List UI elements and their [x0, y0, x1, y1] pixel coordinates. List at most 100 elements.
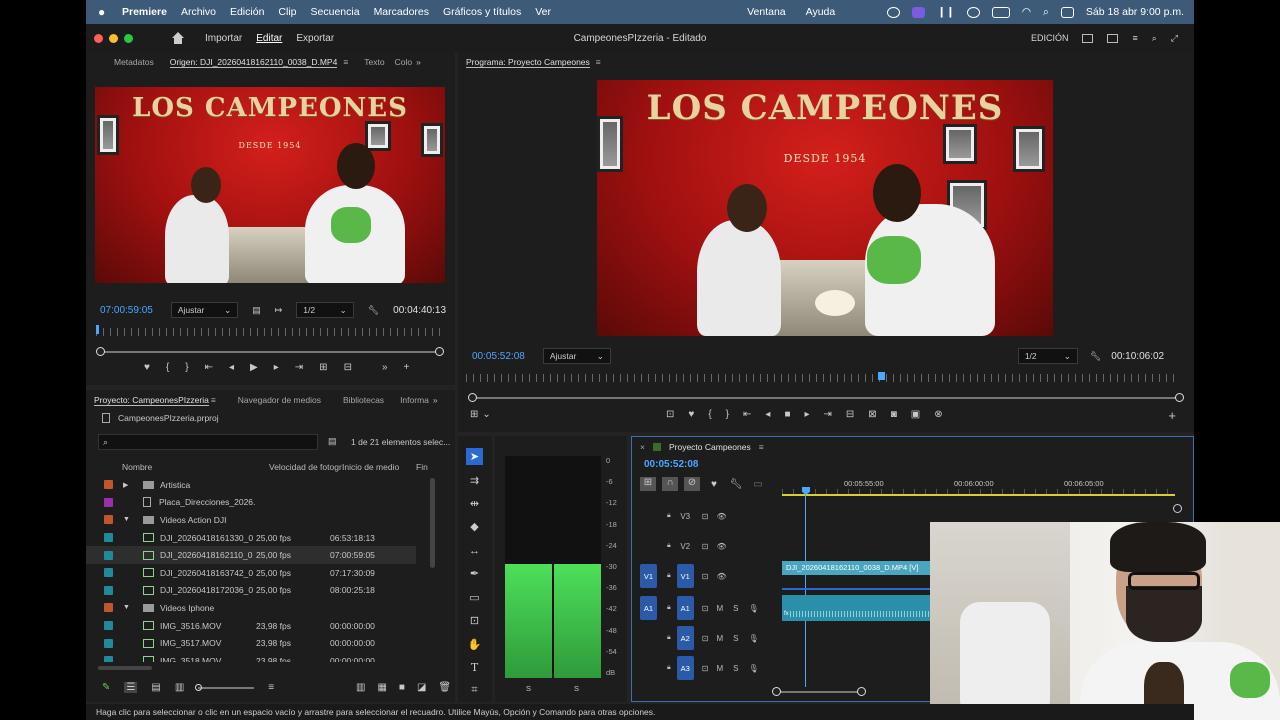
microphone-icon[interactable]: 🎙︎ [748, 634, 758, 643]
workspace-panel-icon[interactable] [1082, 33, 1094, 43]
lock-icon[interactable]: 🔒︎ [667, 664, 671, 672]
trash-icon[interactable]: 🗑︎ [438, 682, 451, 693]
source-resolution-dropdown[interactable]: 1/2 ⌄ [296, 302, 354, 318]
new-bin-icon[interactable]: ▤ [328, 436, 337, 447]
more-tabs-icon[interactable]: » [416, 57, 421, 67]
close-tab-icon[interactable]: × [640, 442, 645, 452]
zoom-handle-right[interactable] [1175, 393, 1184, 402]
zoom-handle-right[interactable] [857, 687, 866, 696]
search-help-icon[interactable]: ⌕ [1152, 33, 1157, 44]
selection-tool-icon[interactable]: ➤ [466, 448, 483, 465]
disclosure-triangle-icon[interactable]: ▼ [123, 516, 137, 523]
eye-icon[interactable]: 👁︎ [716, 542, 726, 551]
menu-archivo[interactable]: Archivo [181, 6, 216, 18]
chevron-down-icon[interactable]: ⌄ [482, 409, 490, 420]
screen-record-icon[interactable] [912, 6, 926, 18]
menu-graficos[interactable]: Gráficos y títulos [443, 6, 521, 18]
tab-media-browser[interactable]: Navegador de medios [238, 395, 321, 405]
sync-lock-icon[interactable]: ⊡ [702, 604, 709, 613]
timeline-settings-icon[interactable]: 🔧︎ [728, 479, 744, 490]
go-to-in-icon[interactable]: ⇤ [743, 409, 751, 420]
program-zoom-bar[interactable] [468, 393, 1184, 402]
video-clip[interactable]: DJI_20260418162110_0038_D.MP4 [V] [782, 561, 932, 575]
timeline-zoom-bar[interactable] [772, 687, 866, 696]
apple-icon[interactable]: ● [98, 5, 118, 19]
menu-app[interactable]: Premiere [122, 6, 167, 18]
type-tool-icon[interactable]: T [466, 659, 483, 676]
track-header-a2[interactable]: 🔒︎ A2 ⊡ M S 🎙︎ [640, 623, 780, 653]
lock-icon[interactable]: 🔒︎ [667, 604, 671, 612]
program-video-frame[interactable]: LOS CAMPEONES DESDE 1954 [597, 80, 1053, 336]
audio-clip[interactable]: fx [782, 595, 932, 621]
tab-import[interactable]: Importar [205, 33, 242, 44]
tab-program[interactable]: Programa: Proyecto Campeones [466, 57, 590, 68]
extract-clip-icon[interactable]: ⊠ [868, 409, 876, 420]
panel-menu-icon[interactable]: ≡ [759, 442, 764, 452]
sync-lock-icon[interactable]: ⊡ [702, 572, 709, 581]
compare-icon[interactable]: ▣ [911, 409, 920, 420]
step-forward-icon[interactable]: ▸ [804, 409, 809, 420]
track-header-a1[interactable]: A1 🔒︎ A1 ⊡ M S 🎙︎ [640, 593, 780, 623]
go-to-in-icon[interactable]: ⇤ [205, 362, 213, 373]
sync-lock-icon[interactable]: ⊡ [702, 634, 709, 643]
tab-export[interactable]: Exportar [296, 33, 334, 44]
snap-icon[interactable]: ∩ [662, 477, 678, 491]
go-to-out-icon[interactable]: ⇥ [295, 362, 303, 373]
zoom-handle-right[interactable] [435, 347, 444, 356]
solo-button[interactable]: S [733, 634, 738, 643]
bin-row[interactable]: ▶ Artistica [86, 476, 416, 494]
eye-icon[interactable]: 👁︎ [716, 512, 726, 521]
add-button-icon[interactable]: + [1168, 408, 1176, 423]
solo-left-button[interactable]: S [526, 684, 531, 693]
list-item[interactable]: Placa_Direcciones_2026.png [86, 494, 416, 512]
ripple-edit-tool-icon[interactable]: ⇹ [466, 495, 483, 512]
lock-icon[interactable]: 🔒︎ [667, 634, 671, 642]
lock-icon[interactable]: 🔒︎ [667, 512, 671, 520]
rectangle-tool-icon[interactable]: ▭ [466, 589, 483, 606]
label-color-swatch[interactable] [104, 550, 113, 560]
list-item[interactable]: DJI_20260418172036_0 25,00 fps 08:00:25:18 [86, 582, 416, 600]
find-icon[interactable]: ▦ [377, 682, 386, 693]
label-color-swatch[interactable] [104, 656, 113, 662]
project-item-list[interactable]: ▶ Artistica Placa_Direcciones_2026.png ▼ Vid… [86, 476, 426, 662]
new-item-icon[interactable]: ◪ [417, 682, 426, 693]
clock[interactable]: Sáb 18 abr 9:00 p.m. [1086, 6, 1184, 18]
tab-text[interactable]: Texto [364, 57, 384, 67]
source-timecode[interactable]: 07:00:59:05 [100, 305, 153, 316]
icon-view-icon[interactable]: ▤ [151, 682, 160, 693]
sort-icon[interactable]: ≡ [268, 682, 274, 693]
scroll-handle[interactable] [1173, 504, 1182, 513]
eye-icon[interactable]: 👁︎ [716, 572, 726, 581]
tab-info[interactable]: Informa [400, 395, 429, 405]
tab-edit[interactable]: Editar [256, 33, 282, 44]
program-playhead[interactable] [878, 372, 885, 380]
automate-icon[interactable]: ▥ [356, 682, 365, 693]
column-media-start[interactable]: Inicio de medio [342, 462, 416, 472]
slip-tool-icon[interactable]: ↔ [466, 542, 483, 559]
settings-icon[interactable]: ▤ [252, 305, 261, 316]
column-name[interactable]: Nombre [122, 462, 269, 472]
panel-menu-icon[interactable]: ≡ [596, 57, 601, 67]
chrome-icon[interactable] [966, 6, 980, 18]
source-time-ruler[interactable] [96, 328, 440, 336]
step-back-icon[interactable]: ◂ [765, 409, 770, 420]
mark-in-icon[interactable]: { [166, 362, 169, 373]
bin-row[interactable]: ▼ Videos Action DJI [86, 511, 416, 529]
audio-wave-icon[interactable]: ❙❙ [937, 6, 955, 18]
stop-icon[interactable]: ■ [784, 409, 790, 420]
wrench-icon[interactable]: 🔧︎ [368, 305, 379, 316]
menu-edicion[interactable]: Edición [230, 6, 264, 18]
search-icon[interactable]: ⌕ [1043, 6, 1049, 19]
close-window-button[interactable] [94, 33, 103, 43]
pencil-icon[interactable]: ✎ [102, 682, 110, 693]
zoom-tool-icon[interactable]: ⊡ [466, 612, 483, 629]
tab-project[interactable]: Proyecto: CampeonesPIzzeria [94, 395, 209, 406]
fullscreen-icon[interactable]: ⤢ [1171, 33, 1178, 44]
track-header-v1[interactable]: V1 🔒︎ V1 ⊡ 👁︎ [640, 561, 780, 591]
zoom-handle-left[interactable] [468, 393, 477, 402]
menu-ayuda[interactable]: Ayuda [806, 6, 836, 18]
zoom-handle-left[interactable] [772, 687, 781, 696]
menu-ventana[interactable]: Ventana [747, 6, 786, 18]
list-item[interactable]: DJI_20260418161330_0 25,00 fps 06:53:18:13 [86, 529, 416, 547]
source-fit-dropdown[interactable]: Ajustar ⌄ [170, 302, 239, 318]
